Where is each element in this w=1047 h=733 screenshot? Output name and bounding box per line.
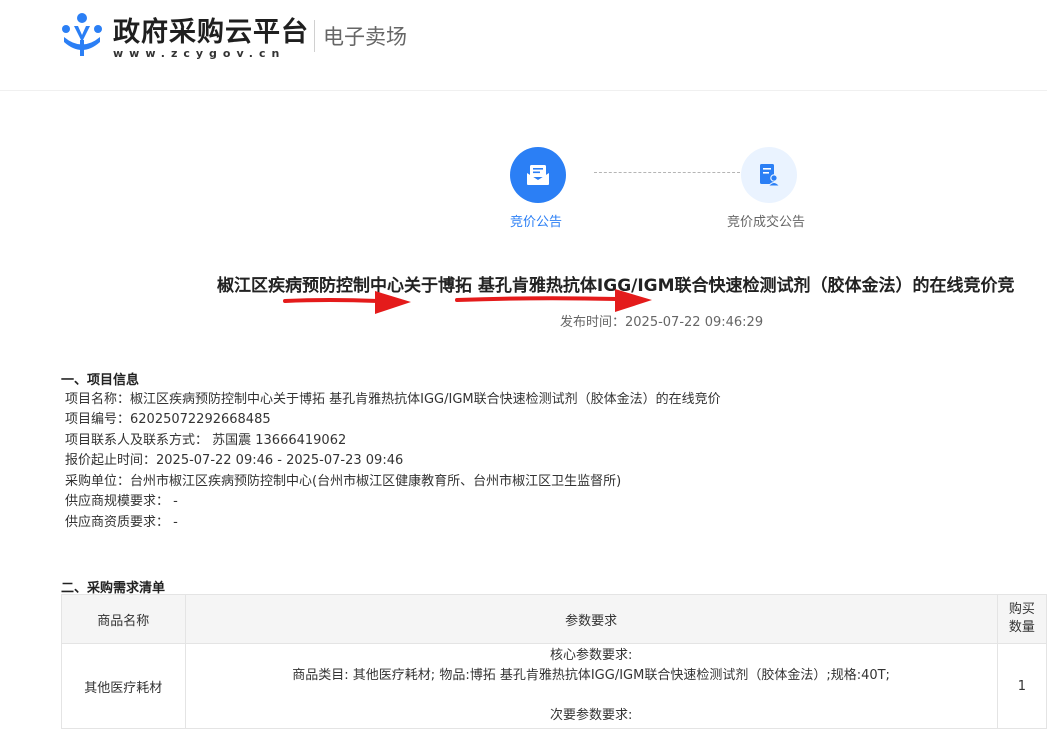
logo-title[interactable]: 政府采购云平台 [113,10,309,49]
column-header-quantity-line: 购买 [1008,602,1035,617]
column-header-quantity: 购买 数量 [996,594,1047,644]
info-supplier-qualification: 供应商资质要求： - [65,515,178,530]
param-line: 核心参数要求: [549,648,633,663]
envelope-icon [527,165,549,185]
cell-quantity: 1 [996,643,1047,729]
column-header-params: 参数要求 [184,594,998,644]
column-header-quantity-line: 数量 [1008,620,1035,635]
red-arrow-annotation [283,291,411,314]
param-line: 次要参数要求: [549,708,633,723]
logo-divider [314,20,315,52]
site-header: 政府采购云平台 www.zcygov.cn 电子卖场 [0,0,1047,91]
step-award-announcement[interactable] [741,147,797,203]
param-line: 商品类目: 其他医疗耗材; 物品:博拓 基孔肯雅热抗体IGG/IGM联合快速检测… [292,668,890,683]
section-project-info-heading: 一、项目信息 [61,373,140,388]
column-header-product: 商品名称 [61,594,186,644]
step-bidding-announcement[interactable] [510,147,566,203]
publish-time: 发布时间：2025-07-22 09:46:29 [560,311,763,330]
cell-product-name: 其他医疗耗材 [61,643,186,729]
cell-params: 核心参数要求: 商品类目: 其他医疗耗材; 物品:博拓 基孔肯雅热抗体IGG/I… [184,643,998,729]
info-bid-period: 报价起止时间：2025-07-22 09:46 - 2025-07-23 09:… [65,453,404,468]
info-project-name: 项目名称：椒江区疾病预防控制中心关于博拓 基孔肯雅热抗体IGG/IGM联合快速检… [65,392,721,407]
logo-icon[interactable] [60,12,104,58]
publish-time-value: 2025-07-22 09:46:29 [625,315,764,330]
logo-subtitle: 电子卖场 [323,25,407,49]
info-purchaser: 采购单位：台州市椒江区疾病预防控制中心(台州市椒江区健康教育所、台州市椒江区卫生… [65,474,622,489]
param-line [186,686,997,706]
step-label-award[interactable]: 竞价成交公告 [727,211,805,230]
requirements-table: 商品名称 参数要求 购买 数量 其他医疗耗材 核心参数要求: 商品类目: 其他医… [61,594,1047,729]
step-label-bidding[interactable]: 竞价公告 [510,211,562,230]
document-user-icon [760,164,780,187]
info-project-number: 项目编号：62025072292668485 [65,412,271,427]
info-contact: 项目联系人及联系方式： 苏国震 13666419062 [65,433,347,448]
logo-url: www.zcygov.cn [113,47,286,60]
publish-time-label: 发布时间： [560,315,626,330]
info-supplier-scale: 供应商规模要求： - [65,494,178,509]
step-connector [594,172,740,173]
table-header-row: 商品名称 参数要求 购买 数量 [61,594,1047,644]
table-row: 其他医疗耗材 核心参数要求: 商品类目: 其他医疗耗材; 物品:博拓 基孔肯雅热… [61,643,1047,729]
